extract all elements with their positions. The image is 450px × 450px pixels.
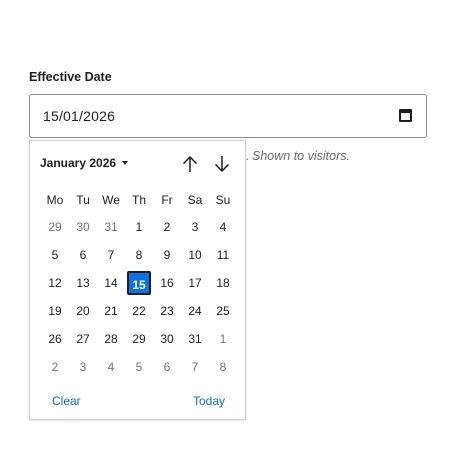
previous-month-button[interactable]	[179, 153, 201, 175]
field-label: Effective Date	[29, 70, 112, 84]
day-cell[interactable]: 16	[153, 269, 181, 297]
field-hint: Shown to visitors.	[252, 149, 350, 163]
calendar-week-row: 19 20 21 22 23 24 25	[41, 297, 237, 325]
calendar-grid: Mo Tu We Th Fr Sa Su 29 30 31 1 2 3 4 5 6 7 8 9 10 11…	[41, 187, 237, 381]
day-cell[interactable]: 27	[69, 325, 97, 353]
arrow-up-icon	[182, 155, 198, 172]
date-picker-popup: January 2026 Mo Tu We Th Fr Sa Su 29 30 31…	[29, 140, 246, 420]
day-cell[interactable]: 31	[181, 325, 209, 353]
outside-month-day-cell[interactable]: 7	[181, 353, 209, 381]
month-label: January 2026	[40, 156, 117, 170]
day-cell[interactable]: 22	[125, 297, 153, 325]
day-cell[interactable]: 10	[181, 241, 209, 269]
day-cell[interactable]: 23	[153, 297, 181, 325]
outside-month-day-cell[interactable]: 29	[41, 213, 69, 241]
day-cell[interactable]: 11	[209, 241, 237, 269]
day-cell[interactable]: 24	[181, 297, 209, 325]
calendar-week-row: 26 27 28 29 30 31 1	[41, 325, 237, 353]
date-value[interactable]: 15/01/2026	[43, 108, 115, 124]
calendar-week-row: 29 30 31 1 2 3 4	[41, 213, 237, 241]
day-cell[interactable]: 26	[41, 325, 69, 353]
weekday-label: Su	[215, 193, 231, 207]
outside-month-day-cell[interactable]: 5	[125, 353, 153, 381]
weekday-label: We	[102, 193, 120, 207]
calendar-week-row: 2345678	[41, 353, 237, 381]
outside-month-day-cell[interactable]: 8	[209, 353, 237, 381]
outside-month-day-cell[interactable]: 31	[97, 213, 125, 241]
outside-month-day-cell[interactable]: 2	[41, 353, 69, 381]
day-cell[interactable]: 20	[69, 297, 97, 325]
arrow-down-icon	[214, 156, 230, 173]
month-year-selector[interactable]: January 2026	[40, 156, 129, 170]
today-button[interactable]: Today	[193, 394, 225, 408]
weekday-header-row: Mo Tu We Th Fr Sa Su	[41, 187, 237, 213]
calendar-week-row: 5 6 7 8 9 10 11	[41, 241, 237, 269]
outside-month-day-cell[interactable]: 30	[69, 213, 97, 241]
outside-month-day-cell[interactable]: 6	[153, 353, 181, 381]
effective-date-input[interactable]: 15/01/2026	[29, 94, 427, 138]
outside-month-day-cell[interactable]: 1	[209, 325, 237, 353]
selected-day-cell[interactable]: 15	[125, 269, 153, 297]
outside-month-day-cell[interactable]: 3	[69, 353, 97, 381]
weekday-label: Fr	[161, 193, 173, 207]
day-cell[interactable]: 28	[97, 325, 125, 353]
calendar-days: 29 30 31 1 2 3 4 5 6 7 8 9 10 11 12 13 14 15 16 17 18 19 20 21 2…	[41, 213, 237, 381]
next-month-button[interactable]	[211, 153, 233, 175]
day-cell[interactable]: 2	[153, 213, 181, 241]
weekday-label: Tu	[76, 193, 90, 207]
calendar-icon[interactable]	[399, 109, 412, 122]
day-cell[interactable]: 14	[97, 269, 125, 297]
caret-down-icon	[122, 161, 129, 165]
clear-button[interactable]: Clear	[52, 394, 81, 408]
day-label: 15	[127, 271, 151, 295]
day-cell[interactable]: 3	[181, 213, 209, 241]
calendar-week-row: 12 13 14 15 16 17 18	[41, 269, 237, 297]
day-cell[interactable]: 13	[69, 269, 97, 297]
weekday-label: Sa	[187, 193, 203, 207]
day-cell[interactable]: 17	[181, 269, 209, 297]
day-cell[interactable]: 21	[97, 297, 125, 325]
day-cell[interactable]: 12	[41, 269, 69, 297]
day-cell[interactable]: 8	[125, 241, 153, 269]
day-cell[interactable]: 19	[41, 297, 69, 325]
day-cell[interactable]: 9	[153, 241, 181, 269]
day-cell[interactable]: 30	[153, 325, 181, 353]
day-cell[interactable]: 1	[125, 213, 153, 241]
hint-prefix: .	[246, 149, 250, 163]
day-cell[interactable]: 18	[209, 269, 237, 297]
weekday-label: Mo	[46, 193, 64, 207]
day-cell[interactable]: 25	[209, 297, 237, 325]
day-cell[interactable]: 29	[125, 325, 153, 353]
outside-month-day-cell[interactable]: 4	[97, 353, 125, 381]
day-cell[interactable]: 7	[97, 241, 125, 269]
day-cell[interactable]: 4	[209, 213, 237, 241]
day-cell[interactable]: 5	[41, 241, 69, 269]
weekday-label: Th	[131, 193, 146, 207]
day-cell[interactable]: 6	[69, 241, 97, 269]
